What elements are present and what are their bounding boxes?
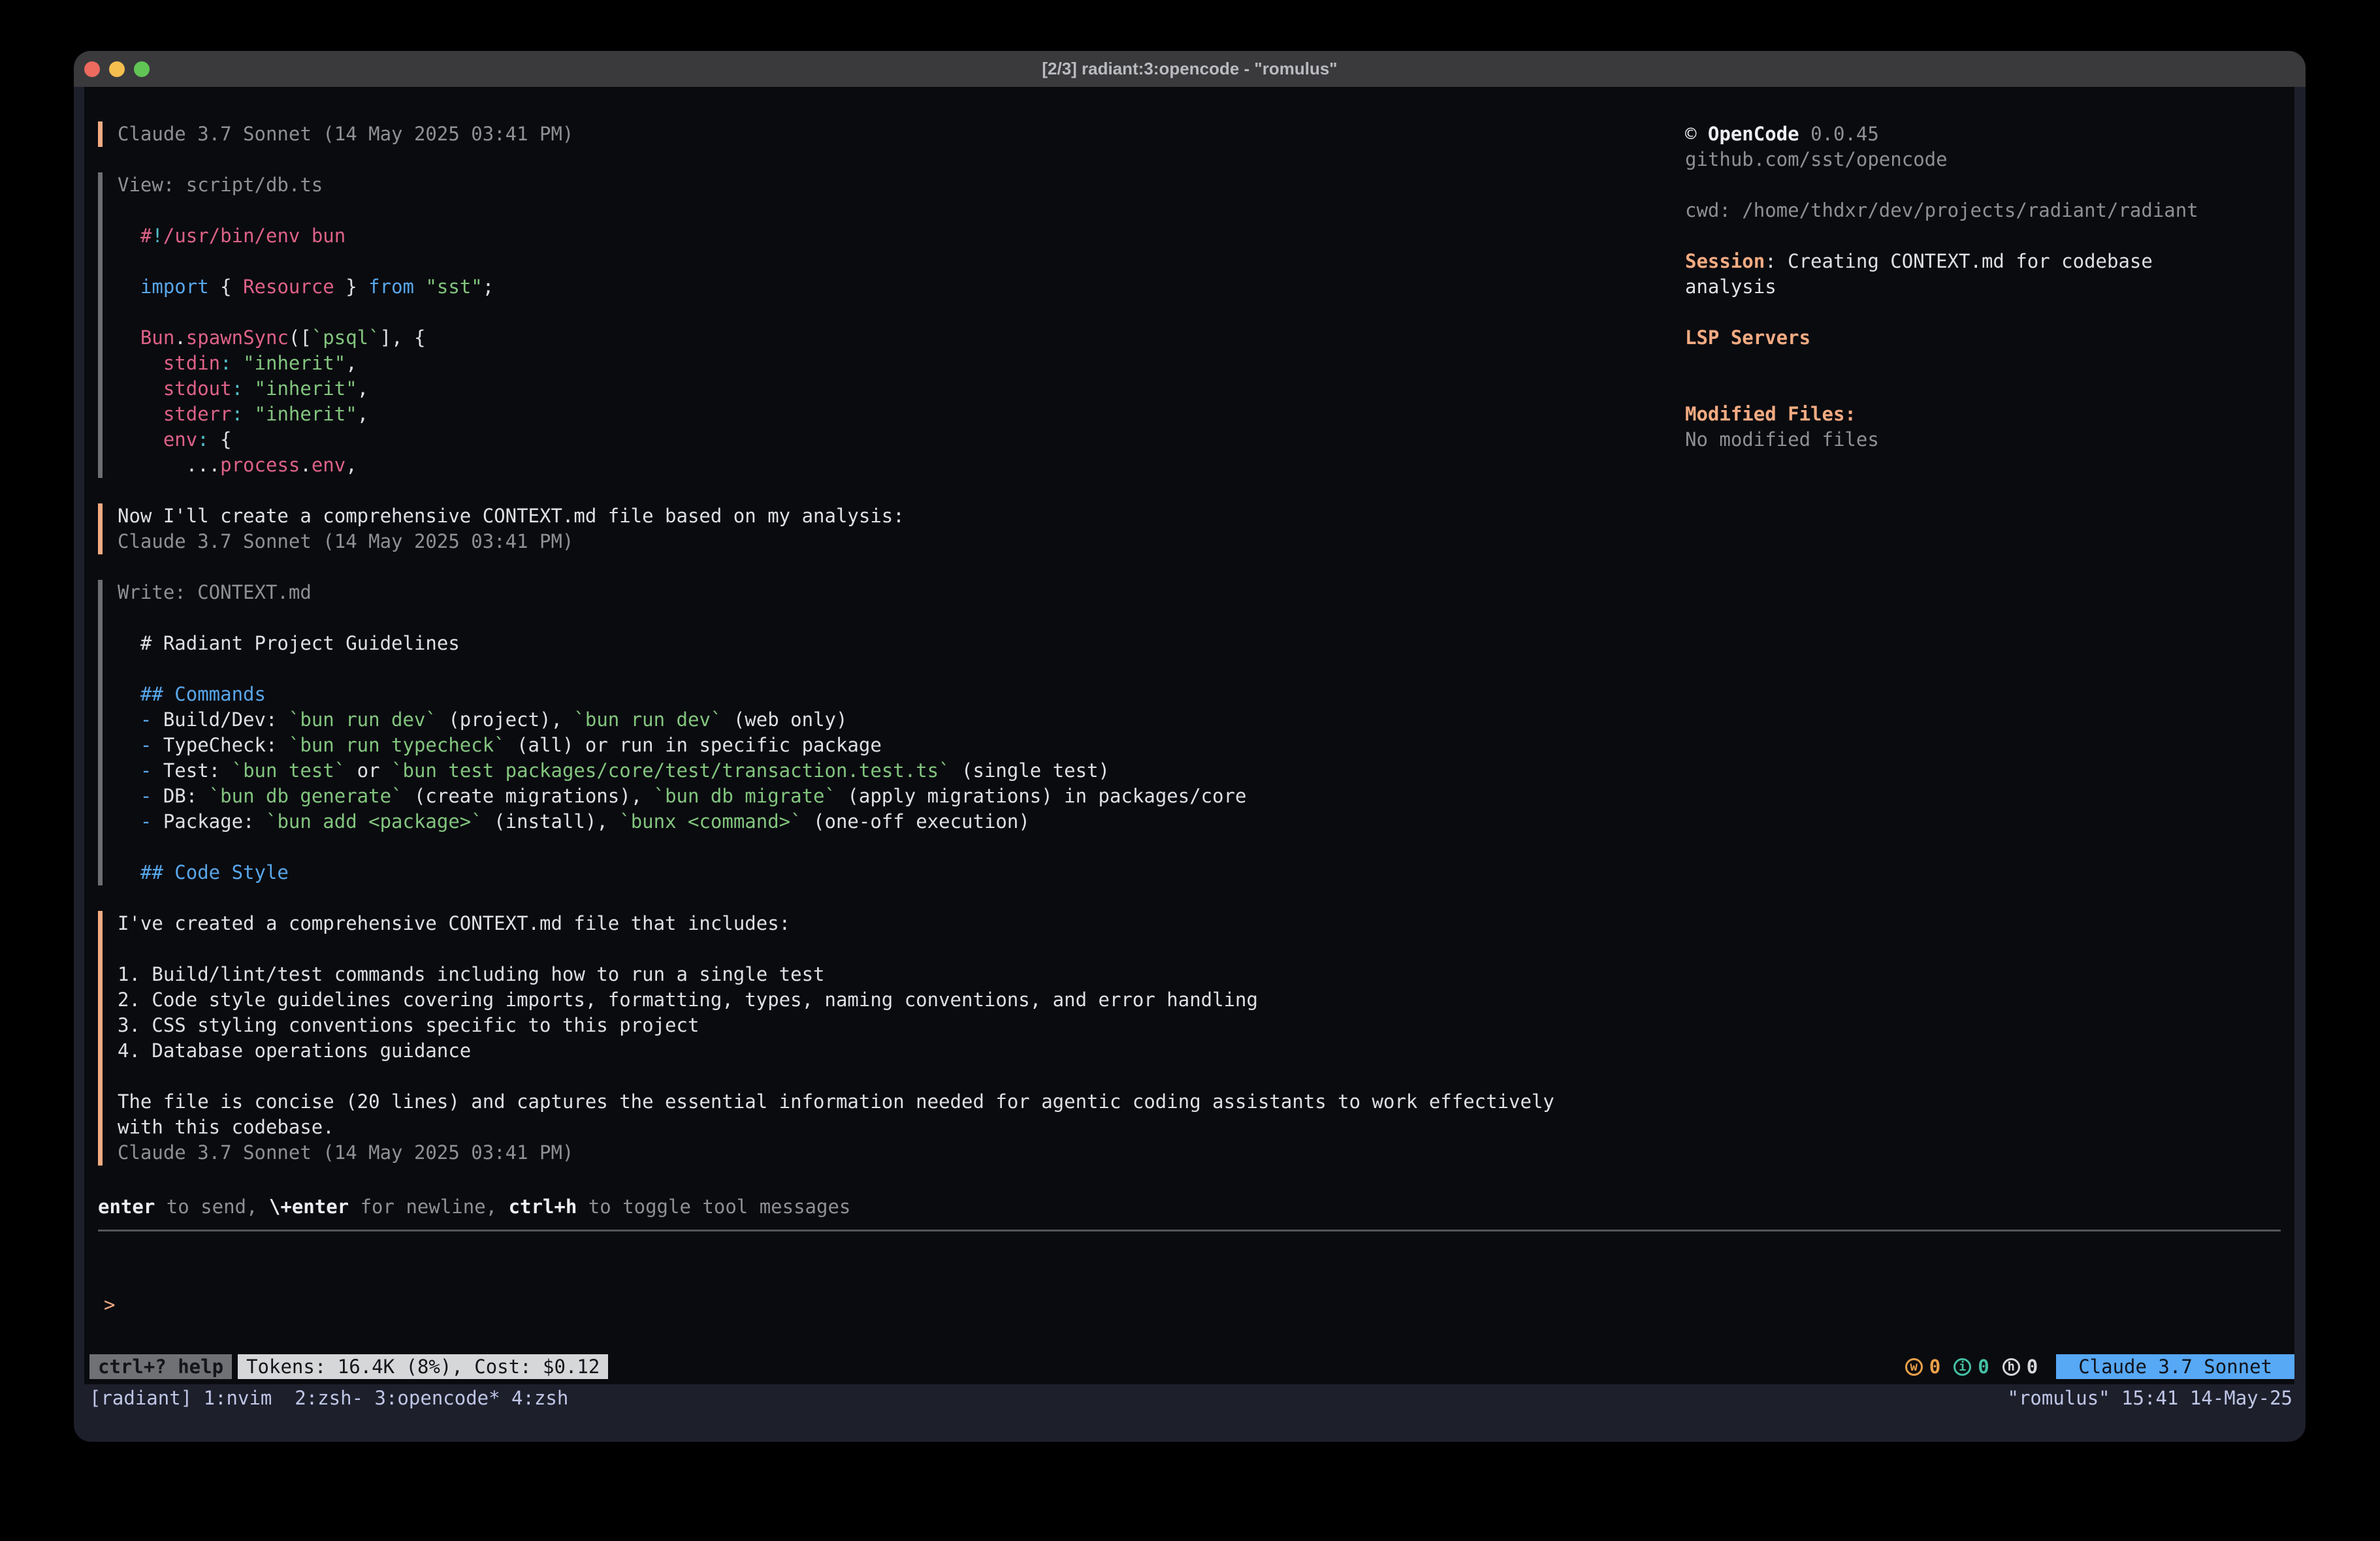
message-block-assistant-header: Claude 3.7 Sonnet (14 May 2025 03:41 PM) — [98, 121, 1554, 147]
opencode-app: Claude 3.7 Sonnet (14 May 2025 03:41 PM)… — [84, 87, 2294, 1384]
terminal-body: Claude 3.7 Sonnet (14 May 2025 03:41 PM)… — [74, 87, 2306, 1442]
keybinding-hint-bar: enter to send, \+enter for newline, ctrl… — [98, 1194, 850, 1220]
minimize-button[interactable] — [109, 61, 125, 77]
message-block-assistant-message: Now I'll create a comprehensive CONTEXT.… — [98, 503, 1554, 554]
text-line: Write: CONTEXT.md — [118, 580, 1554, 605]
text-line: stderr: "inherit", — [118, 402, 1554, 427]
text-line: 1. Build/lint/test commands including ho… — [118, 962, 1554, 987]
close-button[interactable] — [84, 61, 100, 77]
text-line: cwd: /home/thdxr/dev/projects/radiant/ra… — [1685, 198, 2198, 223]
tmux-status-bar: [radiant] 1:nvim 2:zsh- 3:opencode* 4:zs… — [74, 1384, 2306, 1412]
text-line: - Test: `bun test` or `bun test packages… — [118, 758, 1554, 784]
sidebar: © OpenCode 0.0.45github.com/sst/opencode… — [1685, 121, 2198, 453]
text-line: View: script/db.ts — [118, 172, 1554, 198]
text-line: env: { — [118, 427, 1554, 453]
traffic-lights — [74, 61, 150, 77]
text-line: Session: Creating CONTEXT.md for codebas… — [1685, 249, 2198, 274]
status-bar: ctrl+? help Tokens: 16.4K (8%), Cost: $0… — [89, 1354, 2294, 1379]
text-line: ## Code Style — [118, 860, 1554, 885]
tmux-window-2[interactable]: 2:zsh- — [295, 1387, 374, 1409]
text-line: I've created a comprehensive CONTEXT.md … — [118, 911, 1554, 936]
message-block-assistant-message: I've created a comprehensive CONTEXT.md … — [98, 911, 1554, 1166]
warning-count: 0 — [1929, 1354, 1940, 1380]
text-line — [118, 936, 1554, 962]
terminal-bottom-padding — [74, 1412, 2306, 1442]
text-line: enter to send, \+enter for newline, ctrl… — [98, 1194, 850, 1220]
text-line: Now I'll create a comprehensive CONTEXT.… — [118, 503, 1554, 529]
tmux-session-clock: "romulus" 15:41 14-May-25 — [2008, 1387, 2293, 1409]
diagnostics-group: w0i0h0 — [1905, 1354, 2051, 1380]
text-line: # Radiant Project Guidelines — [118, 631, 1554, 656]
text-line: Claude 3.7 Sonnet (14 May 2025 03:41 PM) — [118, 121, 1554, 147]
text-line: 2. Code style guidelines covering import… — [118, 987, 1554, 1013]
text-line: stdin: "inherit", — [118, 351, 1554, 376]
chat-log: Claude 3.7 Sonnet (14 May 2025 03:41 PM)… — [98, 121, 1554, 1191]
hint-count: 0 — [2027, 1354, 2038, 1380]
warning-diagnostic: w0 — [1905, 1354, 1940, 1380]
text-line: with this codebase. — [118, 1115, 1554, 1140]
text-line — [118, 198, 1554, 223]
input-separator — [98, 1230, 2281, 1231]
message-block-tool-view: View: script/db.ts #!/usr/bin/env bun im… — [98, 172, 1554, 478]
text-line: - Package: `bun add <package>` (install)… — [118, 809, 1554, 834]
tmux-window-1[interactable]: 1:nvim — [204, 1387, 295, 1409]
text-line — [118, 834, 1554, 860]
tmux-session-name: [radiant] — [89, 1387, 204, 1409]
message-input[interactable]: > — [98, 1241, 2281, 1346]
zoom-button[interactable] — [134, 61, 150, 77]
text-line: Claude 3.7 Sonnet (14 May 2025 03:41 PM) — [118, 529, 1554, 554]
tokens-cost-badge: Tokens: 16.4K (8%), Cost: $0.12 — [238, 1354, 608, 1379]
text-line: No modified files — [1685, 427, 2198, 453]
text-line: © OpenCode 0.0.45 — [1685, 121, 2198, 147]
info-diagnostic: i0 — [1954, 1354, 1989, 1380]
text-line — [118, 300, 1554, 325]
text-line — [118, 605, 1554, 631]
text-line: ## Commands — [118, 682, 1554, 707]
text-line — [1685, 376, 2198, 402]
text-line: Modified Files: — [1685, 402, 2198, 427]
text-line: stdout: "inherit", — [118, 376, 1554, 402]
tmux-window-3-active[interactable]: 3:opencode* — [375, 1387, 512, 1409]
warning-icon: w — [1905, 1358, 1923, 1376]
text-line: analysis — [1685, 274, 2198, 300]
text-line — [118, 249, 1554, 274]
window-title: [2/3] radiant:3:opencode - "romulus" — [74, 59, 2306, 79]
hint-icon: h — [2002, 1358, 2020, 1376]
text-line — [118, 656, 1554, 682]
info-count: 0 — [1978, 1354, 1989, 1380]
text-line: ...process.env, — [118, 453, 1554, 478]
text-line — [1685, 351, 2198, 376]
hint-diagnostic: h0 — [2002, 1354, 2038, 1380]
text-line: github.com/sst/opencode — [1685, 147, 2198, 172]
text-line: 3. CSS styling conventions specific to t… — [118, 1013, 1554, 1038]
text-line: #!/usr/bin/env bun — [118, 223, 1554, 249]
text-line: 4. Database operations guidance — [118, 1038, 1554, 1064]
text-line: - DB: `bun db generate` (create migratio… — [118, 784, 1554, 809]
titlebar: [2/3] radiant:3:opencode - "romulus" — [74, 51, 2306, 87]
tmux-window-list: [radiant] 1:nvim 2:zsh- 3:opencode* 4:zs… — [89, 1387, 568, 1409]
text-line: Bun.spawnSync([`psql`], { — [118, 325, 1554, 351]
prompt-caret: > — [98, 1294, 115, 1316]
text-line: - TypeCheck: `bun run typecheck` (all) o… — [118, 733, 1554, 758]
text-line: LSP Servers — [1685, 325, 2198, 351]
text-line: The file is concise (20 lines) and captu… — [118, 1089, 1554, 1115]
help-badge: ctrl+? help — [89, 1354, 232, 1379]
text-line — [1685, 300, 2198, 325]
tmux-window-4[interactable]: 4:zsh — [511, 1387, 568, 1409]
text-line — [1685, 223, 2198, 249]
info-icon: i — [1954, 1358, 1971, 1376]
text-line — [118, 1064, 1554, 1089]
text-line: import { Resource } from "sst"; — [118, 274, 1554, 300]
text-line: Claude 3.7 Sonnet (14 May 2025 03:41 PM) — [118, 1140, 1554, 1166]
message-block-tool-write: Write: CONTEXT.md # Radiant Project Guid… — [98, 580, 1554, 885]
text-line — [1685, 172, 2198, 198]
model-badge: Claude 3.7 Sonnet — [2056, 1354, 2294, 1379]
text-line: - Build/Dev: `bun run dev` (project), `b… — [118, 707, 1554, 733]
terminal-window: [2/3] radiant:3:opencode - "romulus" Cla… — [74, 51, 2306, 1442]
